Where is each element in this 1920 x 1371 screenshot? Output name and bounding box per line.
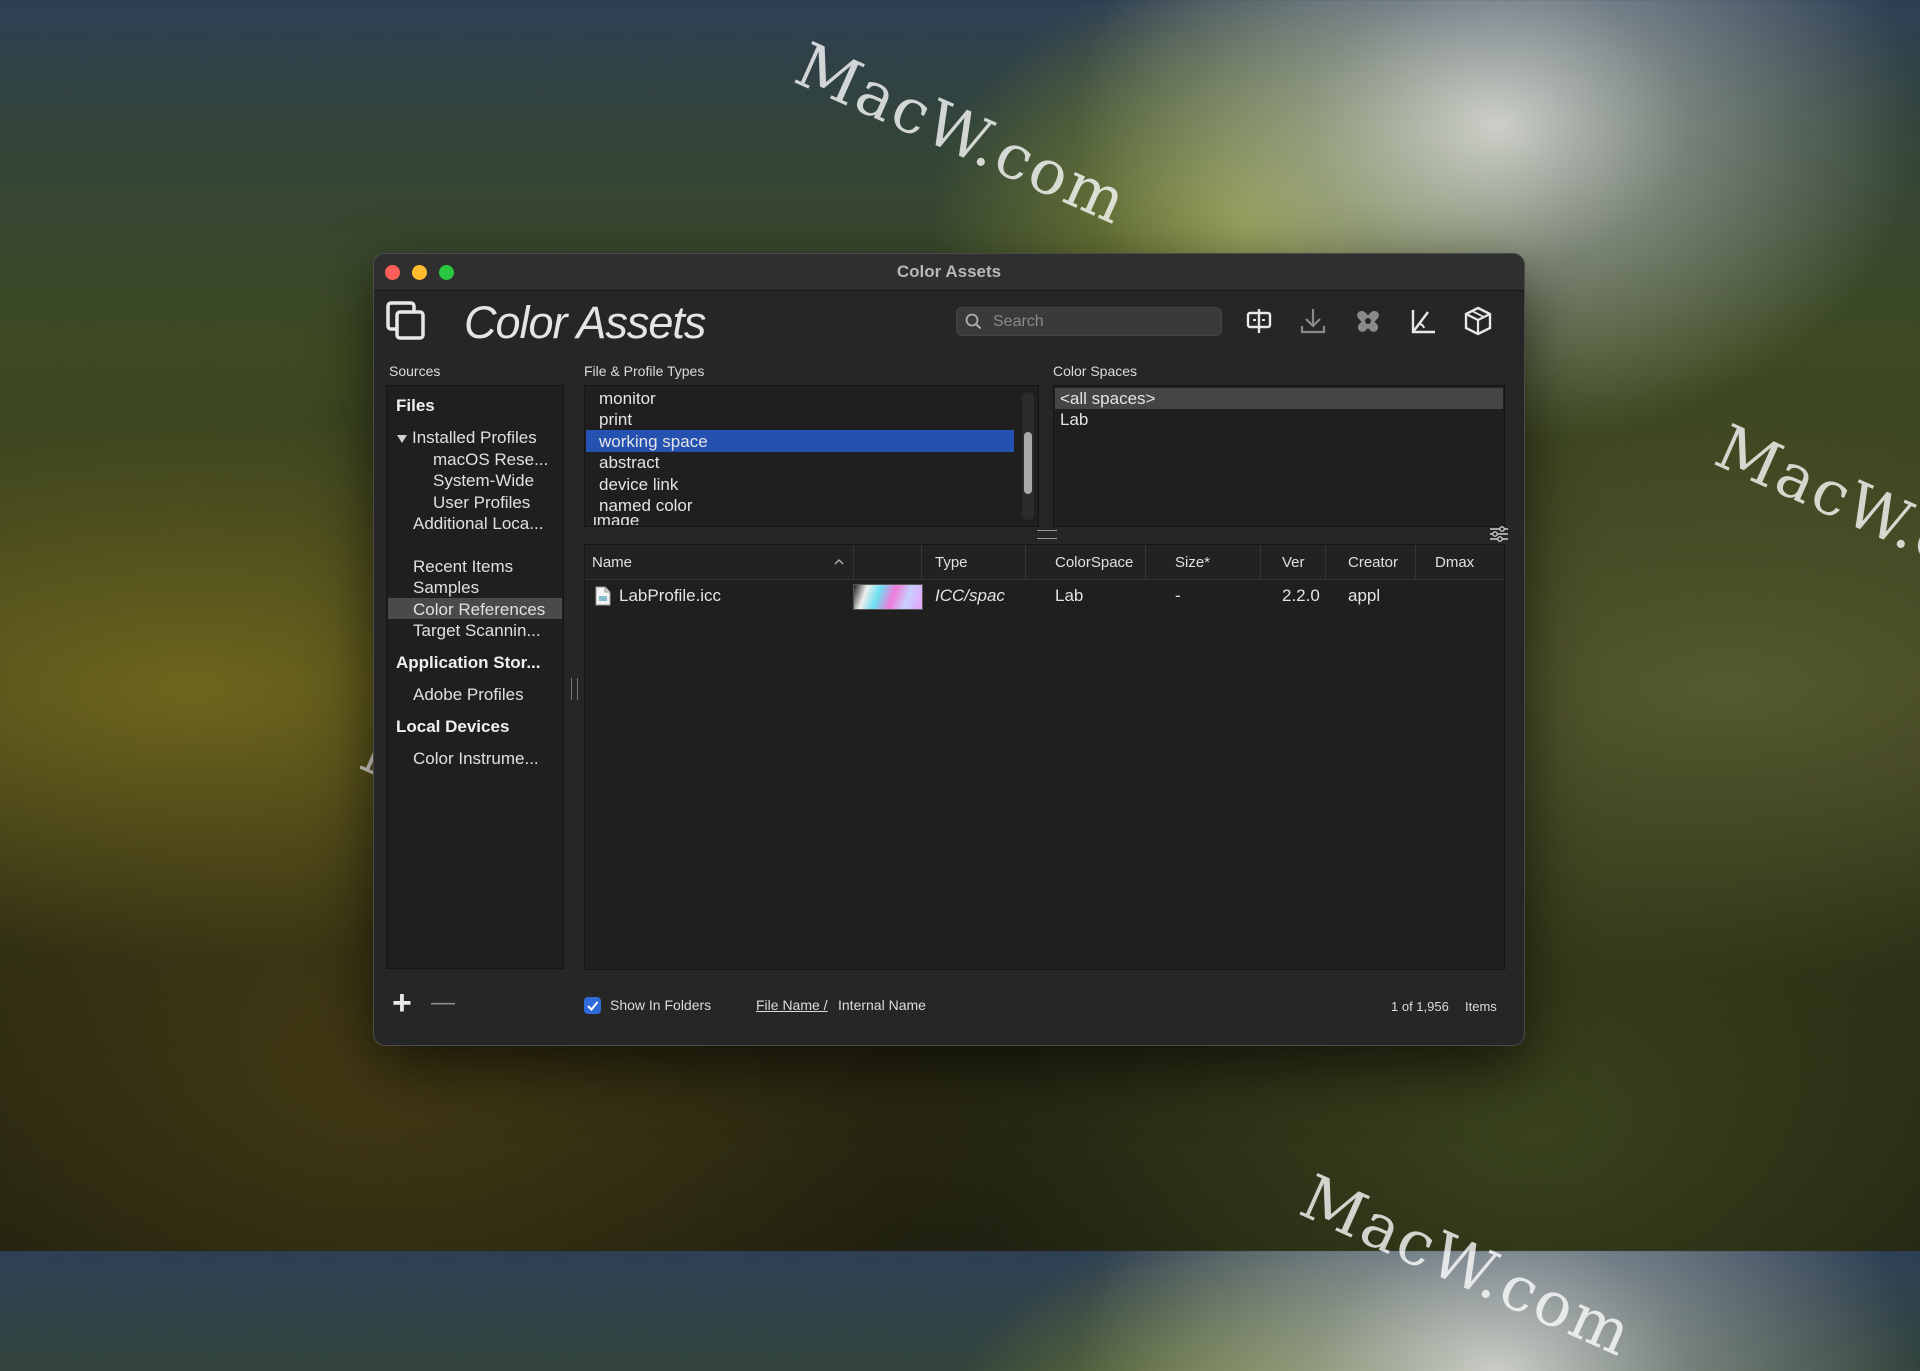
column-divider[interactable] — [1260, 545, 1261, 579]
sources-item-color-instruments[interactable]: Color Instrume... — [413, 749, 539, 769]
sources-item-macos-reserved[interactable]: macOS Rese... — [433, 450, 548, 470]
sources-heading-local-devices: Local Devices — [396, 717, 510, 736]
sidebar-splitter-handle[interactable] — [571, 678, 578, 700]
sources-item-additional-locations[interactable]: Additional Loca... — [413, 514, 543, 534]
file-type-item[interactable]: abstract — [599, 453, 659, 473]
tools-icon[interactable] — [1351, 304, 1385, 338]
search-field[interactable] — [956, 307, 1222, 336]
column-header-colorspace[interactable]: ColorSpace — [1055, 554, 1133, 571]
sources-item-system-wide[interactable]: System-Wide — [433, 471, 534, 491]
file-type-item[interactable]: named color — [599, 496, 693, 516]
file-type-item[interactable]: print — [599, 410, 632, 430]
sources-item-samples[interactable]: Samples — [413, 578, 479, 598]
color-spaces-list: <all spaces> Lab — [1053, 385, 1505, 527]
column-header-dmax[interactable]: Dmax — [1435, 554, 1474, 571]
add-source-button[interactable]: + — [392, 986, 412, 1020]
remove-source-button[interactable]: — — [431, 988, 455, 1018]
title-bar: Color Assets — [374, 254, 1524, 291]
table-header: Name Type ColorSpace Size* Ver Creator D… — [585, 545, 1504, 580]
app-window: Color Assets Color Assets Search Sources… — [373, 253, 1525, 1046]
sources-item-recent-items[interactable]: Recent Items — [413, 557, 513, 577]
cell-name: LabProfile.icc — [619, 586, 722, 605]
cell-type: ICC/spac — [935, 586, 1005, 605]
column-header-name[interactable]: Name — [592, 554, 632, 571]
column-header-size[interactable]: Size* — [1175, 554, 1210, 571]
profiles-table: Name Type ColorSpace Size* Ver Creator D… — [584, 544, 1505, 970]
color-space-item-selected[interactable]: <all spaces> — [1060, 389, 1155, 409]
toolbar: Color Assets — [374, 291, 1524, 351]
file-types-label: File & Profile Types — [584, 363, 705, 379]
watermark: MacW.com — [785, 28, 1139, 239]
column-header-ver[interactable]: Ver — [1282, 554, 1305, 571]
column-divider[interactable] — [1145, 545, 1146, 579]
close-window-button[interactable] — [385, 265, 400, 280]
column-header-creator[interactable]: Creator — [1348, 554, 1398, 571]
sources-item-adobe-profiles[interactable]: Adobe Profiles — [413, 685, 524, 705]
sort-ascending-icon[interactable] — [833, 558, 845, 566]
cell-size: - — [1175, 586, 1181, 605]
file-type-item[interactable]: monitor — [599, 389, 656, 409]
window-title: Color Assets — [896, 262, 1002, 281]
cube-icon[interactable] — [1461, 304, 1495, 338]
sources-item-installed-profiles[interactable]: Installed Profiles — [396, 428, 537, 448]
watermark: MacW.com — [1290, 1160, 1644, 1371]
internal-name-sort-link[interactable]: Internal Name — [838, 997, 926, 1013]
file-type-item-selected[interactable]: working space — [599, 432, 708, 452]
color-spaces-label: Color Spaces — [1053, 363, 1138, 379]
download-icon[interactable] — [1296, 304, 1330, 338]
column-divider[interactable] — [1325, 545, 1326, 579]
sources-item-target-scanning[interactable]: Target Scannin... — [413, 621, 541, 641]
document-icon — [595, 586, 611, 606]
sources-heading-files: Files — [396, 396, 435, 415]
color-space-item[interactable]: Lab — [1060, 410, 1088, 430]
gamut-preview-swatch — [853, 584, 923, 610]
sources-item-label: Installed Profiles — [412, 428, 537, 447]
column-divider[interactable] — [921, 545, 922, 579]
show-in-folders-label[interactable]: Show In Folders — [610, 997, 711, 1013]
cell-ver: 2.2.0 — [1282, 586, 1320, 605]
sources-label: Sources — [389, 363, 441, 379]
app-title: Color Assets — [464, 297, 706, 348]
ruler-icon[interactable] — [1406, 304, 1440, 338]
file-type-item[interactable]: device link — [599, 475, 678, 495]
watermark: MacW.com — [1705, 410, 1920, 621]
sources-item-color-references[interactable]: Color References — [413, 600, 545, 620]
file-name-sort-link[interactable]: File Name / — [756, 997, 828, 1013]
column-header-type[interactable]: Type — [935, 554, 968, 571]
collapse-expand-icon[interactable] — [1242, 304, 1276, 338]
sources-item-user-profiles[interactable]: User Profiles — [433, 493, 530, 513]
cell-colorspace: Lab — [1055, 586, 1084, 605]
sources-list: Files Installed Profiles macOS Rese... S… — [386, 385, 564, 969]
file-types-list: monitor print working space abstract dev… — [584, 385, 1039, 527]
search-input[interactable] — [991, 310, 1215, 334]
column-divider[interactable] — [1415, 545, 1416, 579]
minimize-window-button[interactable] — [412, 265, 427, 280]
pane-resize-handle[interactable] — [1037, 530, 1057, 539]
column-divider[interactable] — [1025, 545, 1026, 579]
items-label: Items — [1465, 999, 1497, 1014]
file-types-scrollbar[interactable] — [1022, 392, 1034, 520]
sources-heading-application-stores: Application Stor... — [396, 653, 541, 672]
sliders-icon[interactable] — [1489, 526, 1509, 542]
app-logo-icon — [386, 301, 425, 340]
checkmark-icon — [587, 1001, 599, 1011]
file-type-item[interactable]: image — [593, 517, 639, 525]
search-icon — [965, 313, 982, 330]
cell-creator: appl — [1348, 586, 1381, 605]
zoom-window-button[interactable] — [439, 265, 454, 280]
show-in-folders-checkbox[interactable] — [584, 997, 601, 1014]
item-count: 1 of 1,956 — [1391, 999, 1449, 1014]
scrollbar-thumb[interactable] — [1024, 432, 1032, 494]
disclosure-triangle-icon[interactable] — [396, 433, 408, 445]
column-divider[interactable] — [853, 545, 854, 579]
